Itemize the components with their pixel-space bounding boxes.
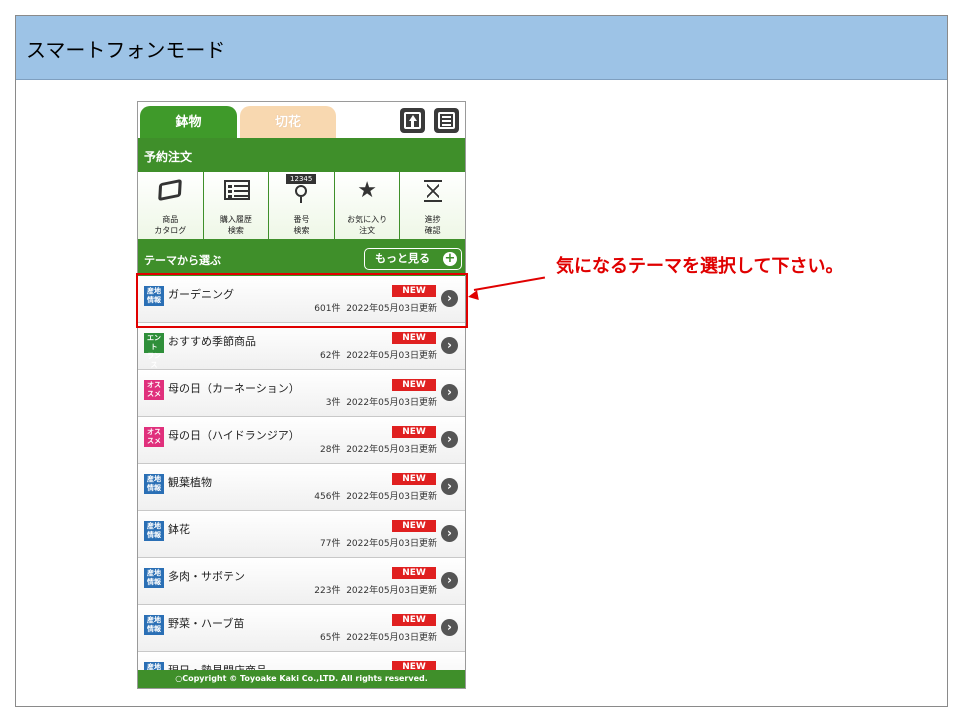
star-icon: ★ xyxy=(357,178,377,203)
more-label: もっと見る xyxy=(375,252,430,265)
new-badge: NEW xyxy=(392,567,436,579)
badge-icon: オス スメ xyxy=(144,380,164,400)
theme-label: テーマから選ぶ xyxy=(144,254,221,267)
list-item[interactable]: 産地情報 現日・勢見開店商品 NEW xyxy=(138,652,465,670)
item-meta: 3件 2022年05月03日更新 xyxy=(325,398,437,408)
badge-icon: 産地情報 xyxy=(144,521,164,541)
nav-label: 進捗 確認 xyxy=(424,215,441,235)
plus-icon: + xyxy=(443,251,457,266)
slide-header: スマートフォンモード xyxy=(16,16,947,80)
chevron-right-icon: › xyxy=(441,525,458,542)
new-badge: NEW xyxy=(392,661,436,670)
chevron-right-icon: › xyxy=(441,619,458,636)
item-title: 現日・勢見開店商品 xyxy=(168,662,267,670)
list-item[interactable]: 産地 情報 鉢花 NEW 77件 2022年05月03日更新 › xyxy=(138,511,465,558)
nav-row: 商品 カタログ 購入履歴 検索 12345 番号 検索 ★ お気に入り 注文 進捗 確認 xyxy=(138,172,465,240)
new-badge: NEW xyxy=(392,473,436,485)
menu-button[interactable] xyxy=(434,108,459,133)
nav-catalog[interactable]: 商品 カタログ xyxy=(138,172,203,239)
slide-title: スマートフォンモード xyxy=(26,38,226,62)
new-badge: NEW xyxy=(392,520,436,532)
chevron-right-icon: › xyxy=(441,384,458,401)
list-item[interactable]: オス スメ 母の日（カーネーション） NEW 3件 2022年05月03日更新 › xyxy=(138,370,465,417)
catalog-icon xyxy=(158,178,182,202)
nav-label: お気に入り 注文 xyxy=(347,215,388,235)
nav-label: 購入履歴 検索 xyxy=(219,215,252,235)
item-title: 鉢花 xyxy=(168,523,190,536)
item-title: 野菜・ハーブ苗 xyxy=(168,617,245,630)
chevron-right-icon: › xyxy=(441,478,458,495)
hourglass-icon xyxy=(424,180,443,202)
item-meta: 77件 2022年05月03日更新 xyxy=(320,539,437,549)
badge-icon: 産地情報 xyxy=(144,662,164,670)
nav-label: 商品 カタログ xyxy=(154,215,187,235)
list-item[interactable]: 産地 情報 野菜・ハーブ苗 NEW 65件 2022年05月03日更新 › xyxy=(138,605,465,652)
history-list-icon xyxy=(223,180,250,200)
list-item[interactable]: 産地 情報 多肉・サボテン NEW 223件 2022年05月03日更新 › xyxy=(138,558,465,605)
badge-icon: 産地情報 xyxy=(144,568,164,588)
tab-potted[interactable]: 鉢物 xyxy=(140,106,237,138)
badge-icon: エント ランス xyxy=(144,333,164,369)
badge-icon: 産地情報 xyxy=(144,474,164,494)
chevron-right-icon: › xyxy=(441,431,458,448)
chevron-right-icon: › xyxy=(441,337,458,354)
item-title: 母の日（ハイドランジア） xyxy=(168,429,300,442)
nav-number-search[interactable]: 12345 番号 検索 xyxy=(268,172,334,239)
theme-bar: テーマから選ぶ もっと見る + xyxy=(138,240,465,276)
chevron-right-icon: › xyxy=(441,572,458,589)
item-title: 多肉・サボテン xyxy=(168,570,245,583)
nav-progress[interactable]: 進捗 確認 xyxy=(399,172,465,239)
item-meta: 65件 2022年05月03日更新 xyxy=(320,633,437,643)
annotation-arrow-icon xyxy=(467,290,479,302)
phone-screen: 鉢物 切花 予約注文 商品 カタログ 購入履歴 検索 12345 番号 検索 ★… xyxy=(137,101,466,689)
item-meta: 223件 2022年05月03日更新 xyxy=(314,586,437,596)
tab-cut-flowers[interactable]: 切花 xyxy=(240,106,336,138)
list-item[interactable]: エント ランス おすすめ季節商品 NEW 62件 2022年05月03日更新 › xyxy=(138,323,465,370)
new-badge: NEW xyxy=(392,426,436,438)
top-bar: 鉢物 切花 xyxy=(138,102,465,138)
nav-favorites[interactable]: ★ お気に入り 注文 xyxy=(333,172,400,239)
theme-list: 産地 情報 ガーデニング NEW 601件 2022年05月03日更新 › エント… xyxy=(138,276,465,670)
footer-copyright: ○Copyright © Toyoake Kaki Co.,LTD. All r… xyxy=(138,670,465,688)
item-meta: 62件 2022年05月03日更新 xyxy=(320,351,437,361)
item-title: 母の日（カーネーション） xyxy=(168,382,300,395)
more-button[interactable]: もっと見る + xyxy=(364,248,462,270)
number-tag: 12345 xyxy=(286,174,317,184)
new-badge: NEW xyxy=(392,332,436,344)
list-item[interactable]: 産地 情報 観葉植物 NEW 456件 2022年05月03日更新 › xyxy=(138,464,465,511)
item-title: 観葉植物 xyxy=(168,476,212,489)
item-title: おすすめ季節商品 xyxy=(168,335,256,348)
badge-icon: オス スメ xyxy=(144,427,164,447)
menu-icon xyxy=(438,112,455,129)
arrow-up-icon xyxy=(404,112,421,129)
list-item[interactable]: オス スメ 母の日（ハイドランジア） NEW 28件 2022年05月03日更新 … xyxy=(138,417,465,464)
section-title: 予約注文 xyxy=(138,138,465,172)
nav-history-search[interactable]: 購入履歴 検索 xyxy=(202,172,269,239)
number-search-icon xyxy=(295,185,308,203)
badge-icon: 産地情報 xyxy=(144,615,164,635)
annotation-callout: 気になるテーマを選択して下さい。 xyxy=(556,256,844,277)
new-badge: NEW xyxy=(392,614,436,626)
item-meta: 456件 2022年05月03日更新 xyxy=(314,492,437,502)
item-meta: 28件 2022年05月03日更新 xyxy=(320,445,437,455)
highlight-box xyxy=(136,273,468,328)
scroll-top-button[interactable] xyxy=(400,108,425,133)
nav-label: 番号 検索 xyxy=(293,215,310,235)
new-badge: NEW xyxy=(392,379,436,391)
